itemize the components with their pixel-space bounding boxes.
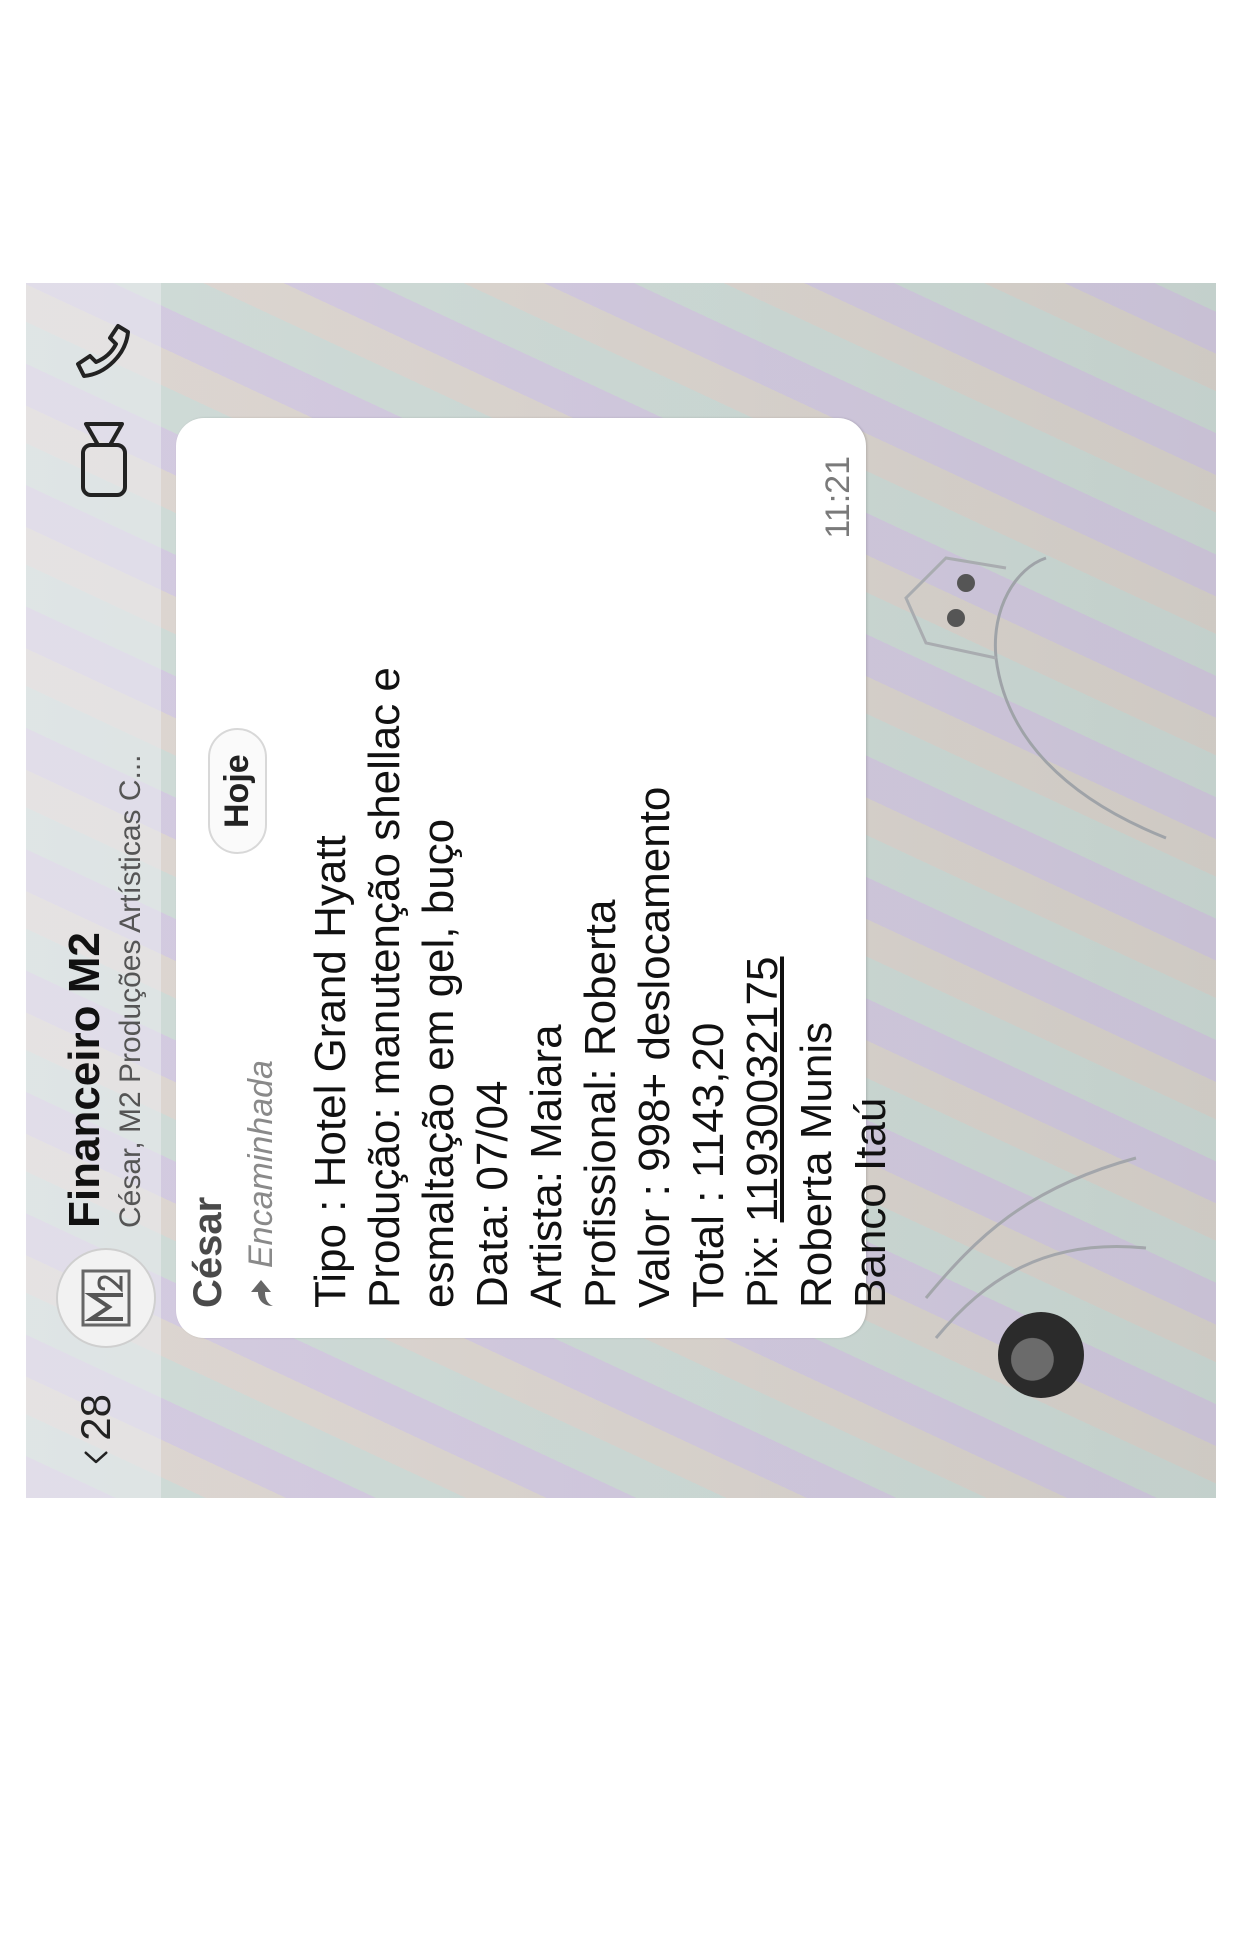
message-line: Profissional: Roberta: [576, 899, 625, 1308]
m2-logo-icon: [81, 1269, 131, 1327]
pix-label: Pix:: [738, 1222, 787, 1308]
date-separator: Hoje: [208, 728, 267, 854]
message-line: esmaltação em gel, buço: [414, 818, 463, 1308]
forward-arrow-icon: [250, 1280, 273, 1306]
chat-title[interactable]: Financeiro M2: [60, 932, 110, 1228]
group-avatar[interactable]: [56, 1248, 156, 1348]
phone-call-icon[interactable]: [74, 322, 130, 378]
message-line: Produção: manutenção shellac e: [360, 667, 409, 1308]
message-line: Banco Itaú: [846, 1097, 895, 1308]
sender-name: César: [186, 1196, 230, 1308]
message-bubble[interactable]: César Encaminhada Hoje Tipo : Hotel Gran…: [176, 418, 895, 1338]
message-body: Tipo : Hotel Grand Hyatt Produção: manut…: [304, 548, 898, 1308]
chat-header: 28 Financeiro M2 César, M2 Produções Art…: [26, 283, 161, 1498]
chat-subtitle[interactable]: César, M2 Produções Artísticas C...: [114, 628, 148, 1228]
unread-count: 28: [72, 1394, 119, 1441]
chat-screenshot: 28 Financeiro M2 César, M2 Produções Art…: [26, 283, 1216, 1498]
forwarded-text: Encaminhada: [242, 1060, 280, 1268]
pix-number-link[interactable]: 11930032175: [738, 957, 787, 1223]
chevron-left-icon: [84, 1451, 108, 1464]
video-call-icon[interactable]: [78, 420, 130, 498]
back-button[interactable]: 28: [66, 1394, 126, 1464]
message-line: Roberta Munis: [792, 1021, 841, 1308]
message-line: Valor : 998+ deslocamento: [630, 786, 679, 1308]
pix-line: Pix: 11930032175: [736, 548, 790, 1309]
message-line: Data: 07/04: [468, 1080, 517, 1309]
message-time: 11:21: [819, 456, 857, 539]
message-line: Tipo : Hotel Grand Hyatt: [306, 835, 355, 1308]
sender-avatar[interactable]: [998, 1312, 1084, 1398]
forwarded-label: Encaminhada: [242, 1060, 281, 1308]
message-line: Artista: Maiara: [522, 1024, 571, 1308]
wallpaper-doodle: [904, 556, 1167, 840]
message-line: Total : 1143,20: [684, 1022, 733, 1308]
